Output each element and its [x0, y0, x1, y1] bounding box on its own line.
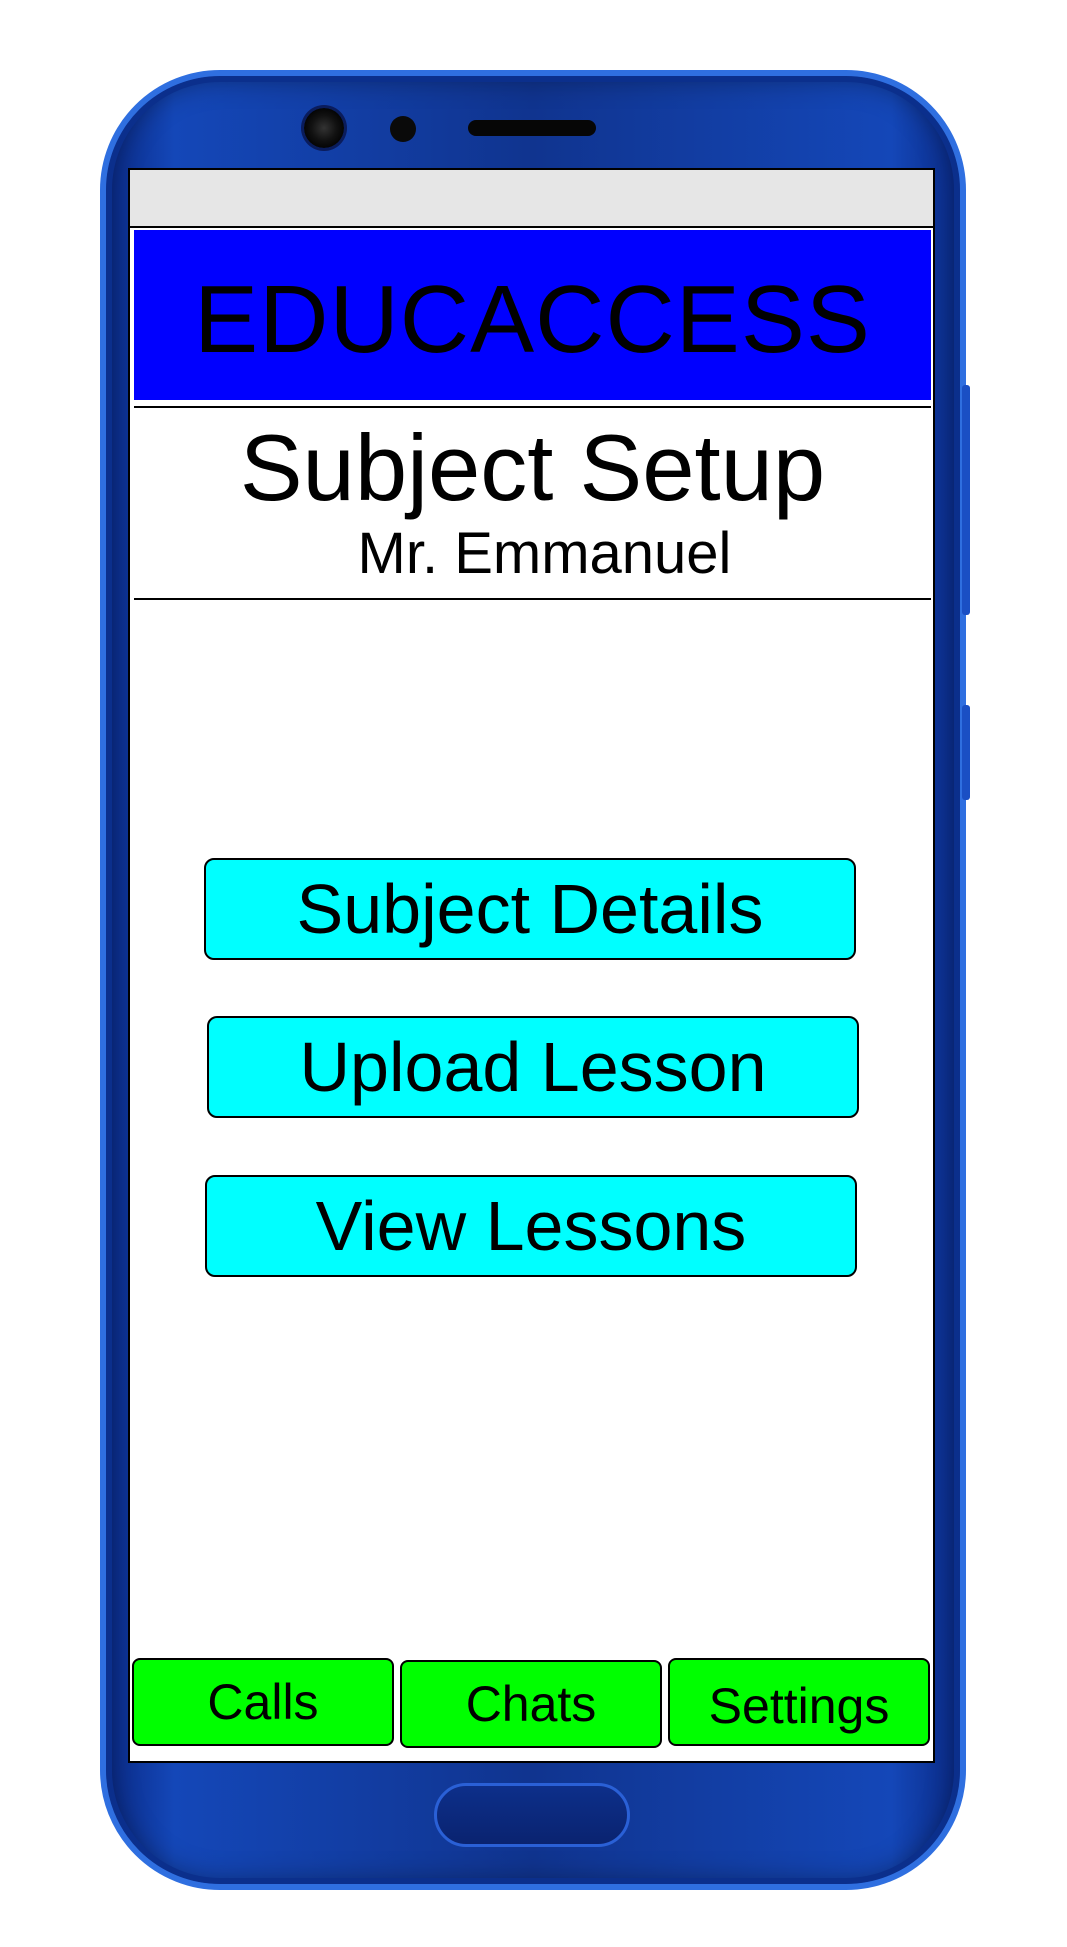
camera-icon — [304, 108, 344, 148]
page-title-section: Subject Setup Mr. Emmanuel — [134, 406, 931, 600]
tab-calls[interactable]: Calls — [132, 1658, 394, 1746]
view-lessons-button[interactable]: View Lessons — [205, 1175, 857, 1277]
tab-chats[interactable]: Chats — [400, 1660, 662, 1748]
tab-settings[interactable]: Settings — [668, 1658, 930, 1746]
home-button[interactable] — [434, 1783, 630, 1847]
earpiece-speaker — [468, 120, 596, 136]
page-title: Subject Setup — [239, 415, 826, 520]
sensor-icon — [390, 116, 416, 142]
teacher-name: Mr. Emmanuel — [357, 521, 732, 586]
subject-details-button[interactable]: Subject Details — [204, 858, 856, 960]
app-header: EDUCACCESS — [134, 230, 931, 400]
upload-lesson-button[interactable]: Upload Lesson — [207, 1016, 859, 1118]
app-title: EDUCACCESS — [194, 266, 871, 373]
bottom-tab-bar: Calls Chats Settings — [130, 1658, 933, 1758]
status-bar — [130, 170, 933, 228]
phone-screen: EDUCACCESS Subject Setup Mr. Emmanuel Su… — [128, 168, 935, 1763]
power-button — [962, 705, 970, 800]
volume-button — [962, 385, 970, 615]
